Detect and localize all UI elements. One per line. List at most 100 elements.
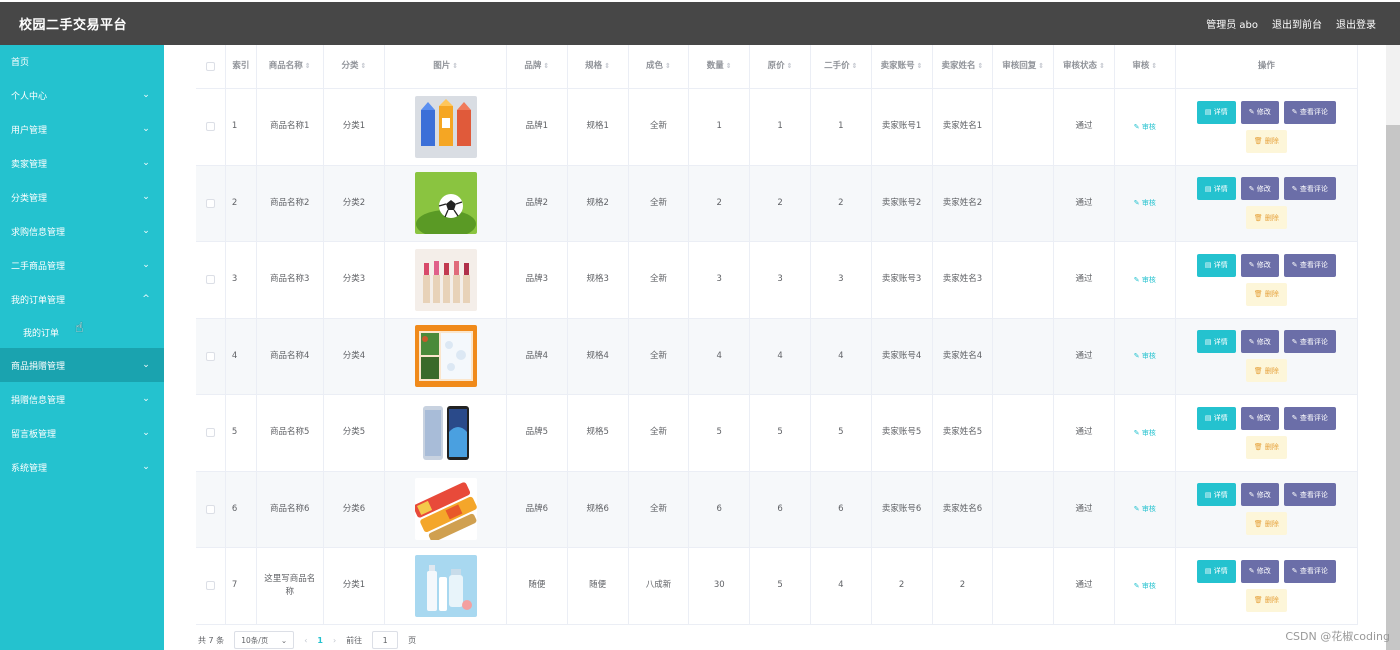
column-header-3[interactable]: 图片 ⇕ xyxy=(385,45,507,88)
product-image[interactable] xyxy=(414,478,477,541)
sort-icon[interactable]: ⇕ xyxy=(917,61,923,72)
column-header-2[interactable]: 分类 ⇕ xyxy=(324,45,386,88)
sidebar-item-2[interactable]: 用户管理 ⌄ xyxy=(0,112,164,146)
exit-to-front-link[interactable]: 退出到前台 xyxy=(1272,16,1322,31)
scrollbar-thumb[interactable] xyxy=(1386,125,1400,650)
sort-icon[interactable]: ⇕ xyxy=(852,61,858,72)
column-header-11[interactable]: 卖家姓名 ⇕ xyxy=(933,45,994,88)
row-checkbox[interactable] xyxy=(205,351,215,361)
sidebar-item-1[interactable]: 个人中心 ⌄ xyxy=(0,78,164,112)
detail-button[interactable]: ▤ 详情 xyxy=(1196,406,1236,430)
product-image[interactable] xyxy=(414,554,477,617)
delete-button[interactable]: 🗑 删除 xyxy=(1245,129,1287,153)
product-image[interactable] xyxy=(414,401,477,464)
delete-button[interactable]: 🗑 删除 xyxy=(1245,282,1287,306)
detail-button[interactable]: ▤ 详情 xyxy=(1196,559,1236,583)
product-image[interactable] xyxy=(414,325,477,388)
detail-button[interactable]: ▤ 详情 xyxy=(1196,483,1236,507)
cell-spec: 规格6 xyxy=(568,471,629,547)
sidebar-item-6[interactable]: 二手商品管理 ⌄ xyxy=(0,248,164,282)
delete-button[interactable]: 🗑 删除 xyxy=(1245,435,1287,459)
edit-button[interactable]: ✎ 修改 xyxy=(1240,177,1279,201)
detail-button[interactable]: ▤ 详情 xyxy=(1196,330,1236,354)
delete-button[interactable]: 🗑 删除 xyxy=(1245,359,1287,383)
row-checkbox[interactable] xyxy=(205,581,215,591)
column-header-1[interactable]: 商品名称 ⇕ xyxy=(257,45,324,88)
view-comments-button[interactable]: ✎ 查看评论 xyxy=(1283,177,1336,201)
sidebar-item-9[interactable]: 商品捐赠管理 ⌄ xyxy=(0,348,164,382)
sort-icon[interactable]: ⇕ xyxy=(1038,61,1044,72)
sort-icon[interactable]: ⇕ xyxy=(787,61,793,72)
select-all-checkbox[interactable] xyxy=(205,62,215,71)
sort-icon[interactable]: ⇕ xyxy=(726,61,732,72)
audit-link[interactable]: ✎ 审核 xyxy=(1134,581,1156,592)
next-page-button[interactable]: › xyxy=(333,636,336,645)
audit-link[interactable]: ✎ 审核 xyxy=(1134,428,1156,439)
audit-link[interactable]: ✎ 审核 xyxy=(1134,351,1156,362)
sort-icon[interactable]: ⇕ xyxy=(977,61,983,72)
logout-link[interactable]: 退出登录 xyxy=(1336,16,1376,31)
view-comments-button[interactable]: ✎ 查看评论 xyxy=(1283,330,1336,354)
sort-icon[interactable]: ⇕ xyxy=(305,61,311,72)
audit-link[interactable]: ✎ 审核 xyxy=(1134,198,1156,209)
detail-button[interactable]: ▤ 详情 xyxy=(1196,253,1236,277)
row-checkbox[interactable] xyxy=(205,428,215,438)
cell-cat: 分类3 xyxy=(324,242,386,318)
column-header-8[interactable]: 原价 ⇕ xyxy=(750,45,811,88)
sidebar-item-11[interactable]: 留言板管理 ⌄ xyxy=(0,416,164,450)
row-checkbox[interactable] xyxy=(205,198,215,208)
product-image[interactable] xyxy=(414,95,477,158)
column-header-5[interactable]: 规格 ⇕ xyxy=(568,45,629,88)
edit-button[interactable]: ✎ 修改 xyxy=(1240,253,1279,277)
column-header-9[interactable]: 二手价 ⇕ xyxy=(811,45,872,88)
goto-page-input[interactable]: 1 xyxy=(372,631,399,649)
column-header-13[interactable]: 审核状态 ⇕ xyxy=(1054,45,1115,88)
edit-button[interactable]: ✎ 修改 xyxy=(1240,330,1279,354)
sort-icon[interactable]: ⇕ xyxy=(543,61,549,72)
product-image[interactable] xyxy=(414,172,477,235)
sort-icon[interactable]: ⇕ xyxy=(1151,61,1157,72)
view-comments-button[interactable]: ✎ 查看评论 xyxy=(1283,559,1336,583)
column-header-6[interactable]: 成色 ⇕ xyxy=(629,45,690,88)
detail-button[interactable]: ▤ 详情 xyxy=(1196,177,1236,201)
row-checkbox[interactable] xyxy=(205,275,215,285)
delete-button[interactable]: 🗑 删除 xyxy=(1245,206,1287,230)
view-comments-button[interactable]: ✎ 查看评论 xyxy=(1283,483,1336,507)
detail-button[interactable]: ▤ 详情 xyxy=(1196,100,1236,124)
view-comments-button[interactable]: ✎ 查看评论 xyxy=(1283,406,1336,430)
sort-icon[interactable]: ⇕ xyxy=(604,61,610,72)
view-comments-button[interactable]: ✎ 查看评论 xyxy=(1283,100,1336,124)
audit-link[interactable]: ✎ 审核 xyxy=(1134,122,1156,133)
column-header-4[interactable]: 品牌 ⇕ xyxy=(507,45,568,88)
product-image[interactable] xyxy=(414,248,477,311)
delete-button[interactable]: 🗑 删除 xyxy=(1245,588,1287,612)
audit-link[interactable]: ✎ 审核 xyxy=(1134,275,1156,286)
edit-button[interactable]: ✎ 修改 xyxy=(1240,406,1279,430)
page-size-select[interactable]: 10条/页 ⌄ xyxy=(234,631,295,649)
edit-button[interactable]: ✎ 修改 xyxy=(1240,100,1279,124)
sort-icon[interactable]: ⇕ xyxy=(665,61,671,72)
sort-icon[interactable]: ⇕ xyxy=(1099,61,1105,72)
delete-button[interactable]: 🗑 删除 xyxy=(1245,512,1287,536)
view-comments-button[interactable]: ✎ 查看评论 xyxy=(1283,253,1336,277)
audit-link[interactable]: ✎ 审核 xyxy=(1134,504,1156,515)
row-checkbox[interactable] xyxy=(205,122,215,132)
sort-icon[interactable]: ⇕ xyxy=(361,61,367,72)
sidebar-item-0[interactable]: 首页 xyxy=(0,45,164,78)
sidebar-item-10[interactable]: 捐赠信息管理 ⌄ xyxy=(0,382,164,416)
sidebar-item-12[interactable]: 系统管理 ⌄ xyxy=(0,450,164,484)
prev-page-button[interactable]: ‹ xyxy=(304,636,307,645)
column-header-10[interactable]: 卖家账号 ⇕ xyxy=(872,45,933,88)
sidebar-item-7[interactable]: 我的订单管理 ^ xyxy=(0,282,164,316)
current-page[interactable]: 1 xyxy=(317,636,323,645)
column-header-7[interactable]: 数量 ⇕ xyxy=(689,45,751,88)
sidebar-item-5[interactable]: 求购信息管理 ⌄ xyxy=(0,214,164,248)
edit-button[interactable]: ✎ 修改 xyxy=(1240,559,1279,583)
sidebar-item-3[interactable]: 卖家管理 ⌄ xyxy=(0,146,164,180)
row-checkbox[interactable] xyxy=(205,504,215,514)
sort-icon[interactable]: ⇕ xyxy=(452,61,458,72)
sidebar-item-4[interactable]: 分类管理 ⌄ xyxy=(0,180,164,214)
column-header-14[interactable]: 审核 ⇕ xyxy=(1115,45,1176,88)
column-header-12[interactable]: 审核回复 ⇕ xyxy=(993,45,1055,88)
edit-button[interactable]: ✎ 修改 xyxy=(1240,483,1279,507)
